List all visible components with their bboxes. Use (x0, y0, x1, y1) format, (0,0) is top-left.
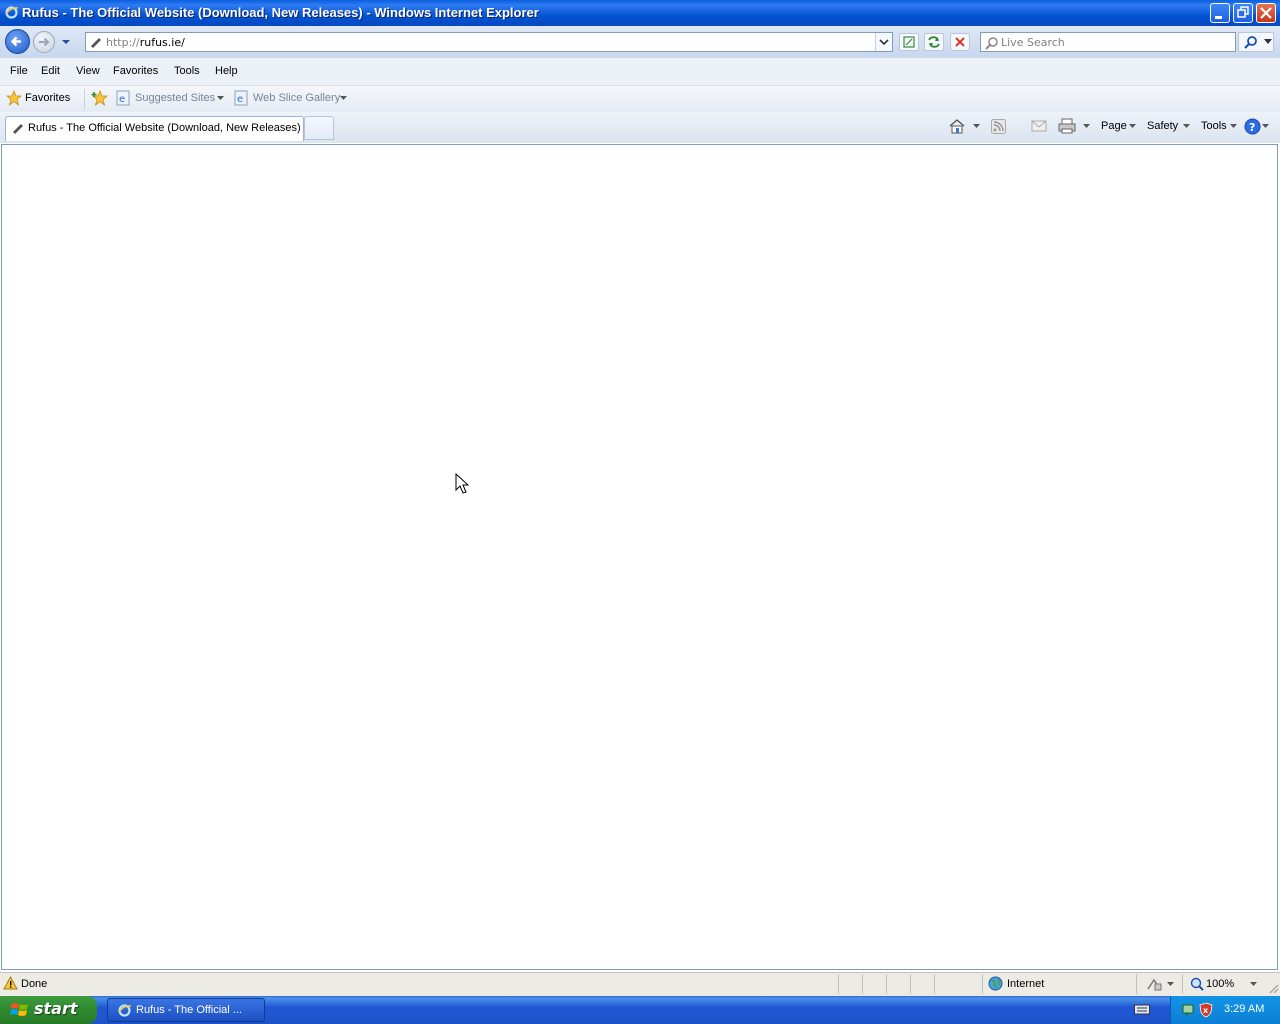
search-button[interactable] (1238, 32, 1274, 52)
zoom-icon[interactable] (1190, 977, 1204, 991)
protected-mode-icon[interactable] (1146, 977, 1162, 991)
web-page-content[interactable] (1, 144, 1278, 970)
safety-menu-button[interactable]: Safety (1147, 120, 1178, 132)
suggested-sites-dropdown-icon[interactable] (217, 96, 224, 101)
start-button[interactable]: start (0, 996, 97, 1024)
favorites-star-icon (6, 90, 22, 106)
svg-text:x: x (1203, 1006, 1209, 1015)
taskbar-item-label: Rufus - The Official ... (136, 1004, 242, 1016)
window-title: Rufus - The Official Website (Download, … (22, 5, 539, 20)
suggested-sites-button[interactable]: Suggested Sites (135, 92, 215, 104)
favorites-separator (84, 89, 85, 109)
tools-menu-button[interactable]: Tools (1201, 120, 1227, 132)
page-dropdown-icon[interactable] (1129, 124, 1136, 129)
safety-dropdown-icon[interactable] (1183, 124, 1190, 129)
print-icon[interactable] (1058, 118, 1076, 134)
status-text: Done (21, 978, 48, 990)
svg-text:?: ? (1249, 121, 1255, 134)
home-dropdown-icon[interactable] (973, 124, 980, 129)
tools-dropdown-icon[interactable] (1230, 124, 1237, 129)
status-divider (934, 974, 935, 994)
help-icon[interactable]: ? (1244, 118, 1261, 135)
page-loading-icon (89, 36, 103, 48)
forward-button[interactable] (33, 31, 55, 53)
minimize-button[interactable] (1210, 3, 1230, 23)
suggested-sites-icon: e (116, 90, 131, 106)
web-slice-gallery-dropdown-icon[interactable] (340, 96, 347, 101)
url-protocol: http:// (106, 36, 140, 49)
menu-favorites[interactable]: Favorites (113, 65, 158, 77)
protected-mode-dropdown-icon[interactable] (1167, 982, 1174, 987)
title-bar[interactable]: Rufus - The Official Website (Download, … (0, 0, 1280, 26)
resize-grip-icon[interactable] (1267, 982, 1279, 994)
system-tray: x 3:29 AM (1170, 996, 1280, 1024)
network-icon[interactable] (1181, 1002, 1197, 1018)
compatibility-view-button[interactable] (899, 33, 919, 51)
refresh-button[interactable] (924, 33, 944, 51)
taskbar-item-rufus[interactable]: Rufus - The Official ... (107, 998, 265, 1022)
feeds-icon[interactable] (991, 119, 1006, 134)
url-host: rufus.ie/ (139, 36, 185, 49)
status-divider (982, 974, 983, 994)
internet-zone-globe-icon (988, 976, 1003, 991)
stop-button[interactable] (950, 33, 970, 51)
read-mail-icon[interactable] (1031, 119, 1047, 133)
start-label: start (34, 999, 78, 1018)
help-dropdown-icon[interactable] (1262, 124, 1269, 129)
ie-logo-icon (4, 5, 19, 20)
warning-icon (3, 976, 18, 990)
new-tab-button[interactable] (304, 116, 334, 140)
ie-taskbar-icon (117, 1003, 132, 1018)
security-shield-icon[interactable]: x (1199, 1002, 1213, 1018)
search-options-dropdown-icon[interactable] (1264, 39, 1272, 45)
svg-text:e: e (119, 94, 125, 105)
security-zone-label[interactable]: Internet (1007, 978, 1044, 990)
status-divider (1182, 974, 1183, 994)
tab-title: Rufus - The Official Website (Download, … (28, 122, 301, 134)
favorites-button[interactable]: Favorites (25, 92, 70, 104)
menu-help[interactable]: Help (215, 65, 238, 77)
zoom-level[interactable]: 100% (1206, 978, 1234, 990)
clock[interactable]: 3:29 AM (1224, 1003, 1264, 1015)
search-field[interactable]: Live Search (980, 32, 1236, 52)
url-text: http://rufus.ie/ (106, 36, 185, 49)
windows-logo-icon (10, 1001, 30, 1019)
page-menu-button[interactable]: Page (1101, 120, 1127, 132)
status-divider (862, 974, 863, 994)
address-field[interactable]: http://rufus.ie/ (85, 32, 893, 52)
zoom-dropdown-icon[interactable] (1250, 982, 1257, 987)
svg-text:e: e (237, 94, 243, 105)
status-divider (1136, 974, 1137, 994)
web-slice-gallery-button[interactable]: Web Slice Gallery (253, 92, 340, 104)
search-placeholder: Live Search (1001, 36, 1065, 49)
restore-button[interactable] (1233, 3, 1253, 23)
search-provider-icon (985, 36, 999, 50)
home-icon[interactable] (948, 118, 966, 134)
print-dropdown-icon[interactable] (1083, 124, 1090, 129)
recent-pages-dropdown-icon[interactable] (61, 38, 71, 46)
web-slice-gallery-icon: e (234, 90, 249, 106)
menu-tools[interactable]: Tools (174, 65, 200, 77)
status-bar (0, 972, 1280, 997)
mouse-cursor-icon (455, 473, 471, 495)
menu-view[interactable]: View (76, 65, 100, 77)
status-divider (910, 974, 911, 994)
back-button[interactable] (5, 29, 30, 54)
status-divider (838, 974, 839, 994)
keyboard-icon[interactable] (1134, 1003, 1150, 1015)
close-window-button[interactable] (1256, 3, 1276, 23)
tab-rufus[interactable]: Rufus - The Official Website (Download, … (5, 116, 304, 141)
menu-edit[interactable]: Edit (41, 65, 60, 77)
menu-file[interactable]: File (10, 65, 28, 77)
address-dropdown-button[interactable] (875, 33, 892, 51)
search-icon (1244, 35, 1258, 49)
add-to-favorites-bar-icon[interactable] (91, 90, 109, 106)
status-divider (886, 974, 887, 994)
tab-page-icon (11, 122, 25, 134)
